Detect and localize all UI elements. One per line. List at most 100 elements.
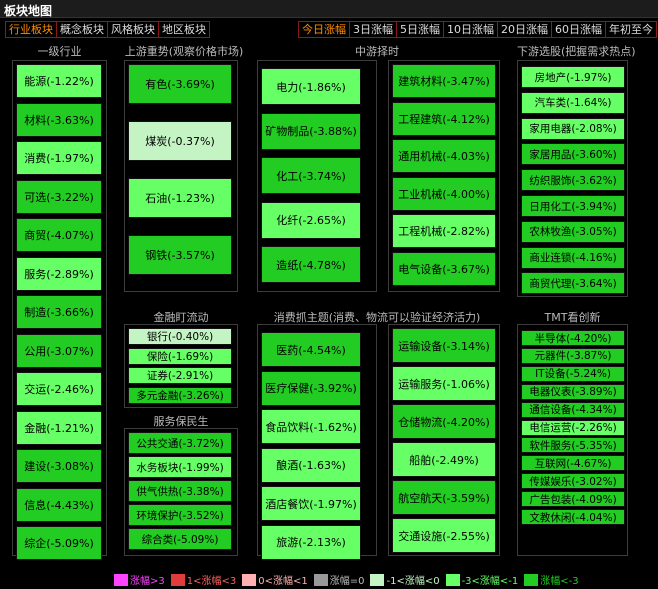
tab-category-3[interactable]: 地区板块 [158,21,210,38]
color-legend: 涨幅>3 1<涨幅<3 0<涨幅<1 涨幅=0 -1<涨幅<0 -3<涨幅<-1 涨幅<-3 [114,572,585,587]
section-title: 金融盯流动 [153,311,209,324]
sector-tile[interactable]: 运输设备(-3.14%) [392,328,496,363]
legend-item: 0<涨幅<1 [242,572,308,587]
sector-tile[interactable]: 工程建筑(-4.12%) [392,101,496,136]
legend-item: 涨幅<-3 [524,572,579,587]
legend-swatch [242,573,257,586]
legend-label: 0<涨幅<1 [258,576,308,587]
legend-label: 涨幅=0 [329,576,365,587]
sector-tile[interactable]: 银行(-0.40%) [128,328,232,345]
sector-tile[interactable]: 石油(-1.23%) [128,178,232,218]
sector-tile[interactable]: 广告包装(-4.09%) [521,491,625,508]
tab-period-2[interactable]: 5日涨幅 [396,21,444,38]
section-title: 消费抓主题(消费、物流可以验证经济活力) [273,311,481,324]
sector-tile[interactable]: 传媒娱乐(-3.02%) [521,473,625,490]
sector-tile[interactable]: 商贸代理(-3.64%) [521,272,625,295]
sector-tile[interactable]: 酒店餐饮(-1.97%) [261,486,361,521]
sector-tile[interactable]: 文教休闲(-4.04%) [521,509,625,525]
sector-tile[interactable]: 工业机械(-4.00%) [392,176,496,211]
legend-label: 1<涨幅<3 [186,576,237,587]
tab-period-1[interactable]: 3日涨幅 [349,21,397,38]
sector-tile[interactable]: 汽车类(-1.64%) [521,91,625,114]
sector-tile[interactable]: 环境保护(-3.52%) [128,504,232,526]
legend-item: -3<涨幅<-1 [445,572,518,587]
category-tabs: 行业板块 概念板块 风格板块 地区板块 [5,21,210,38]
sector-tile[interactable]: 电力(-1.86%) [261,68,361,105]
sector-tile[interactable]: 材料(-3.63%) [16,102,102,137]
sector-tile[interactable]: 公用(-3.07%) [16,333,102,368]
sector-tile[interactable]: 酿酒(-1.63%) [261,447,361,483]
sector-tile[interactable]: 制造(-3.66%) [16,295,102,329]
sector-tile[interactable]: 家居用品(-3.60%) [521,143,625,166]
sector-tile[interactable]: 交运(-2.46%) [16,372,102,406]
sector-tile[interactable]: 半导体(-4.20%) [521,330,625,346]
sector-tile[interactable]: 造纸(-4.78%) [261,246,361,283]
tab-period-5[interactable]: 60日涨幅 [551,21,606,38]
sector-tile[interactable]: 商业连锁(-4.16%) [521,246,625,269]
sector-tile[interactable]: 软件服务(-5.35%) [521,437,625,454]
sector-tile[interactable]: 多元金融(-3.26%) [128,386,232,404]
tab-period-4[interactable]: 20日涨幅 [497,21,552,38]
sector-tile[interactable]: 食品饮料(-1.62%) [261,409,361,444]
legend-label: 涨幅>3 [130,576,165,587]
sector-tile[interactable]: 化纤(-2.65%) [261,201,361,239]
sector-tile[interactable]: 可选(-3.22%) [16,179,102,214]
sector-tile[interactable]: 交通设施(-2.55%) [392,518,496,553]
sector-tile[interactable]: 煤炭(-0.37%) [128,121,232,161]
sector-tile[interactable]: 化工(-3.74%) [261,157,361,194]
sector-tile[interactable]: 钢铁(-3.57%) [128,235,232,275]
sector-tile[interactable]: 供气供热(-3.38%) [128,480,232,502]
sector-tile[interactable]: 电气设备(-3.67%) [392,251,496,286]
legend-swatch [170,573,185,586]
sector-tile[interactable]: 建设(-3.08%) [16,449,102,483]
sector-tile[interactable]: 房地产(-1.97%) [521,66,625,88]
sector-tile[interactable]: 能源(-1.22%) [16,64,102,98]
sector-tile[interactable]: 水务板块(-1.99%) [128,456,232,478]
legend-item: 1<涨幅<3 [170,572,237,587]
sector-tile[interactable]: 金融(-1.21%) [16,410,102,445]
sector-tile[interactable]: 医药(-4.54%) [261,332,361,367]
tab-period-0[interactable]: 今日涨幅 [298,21,350,38]
sector-tile[interactable]: 仓储物流(-4.20%) [392,404,496,439]
sector-tile[interactable]: 日用化工(-3.94%) [521,195,625,217]
sector-tile[interactable]: 有色(-3.69%) [128,64,232,104]
legend-swatch [524,573,539,586]
sector-tile[interactable]: 综合类(-5.09%) [128,528,232,550]
tab-category-1[interactable]: 概念板块 [56,21,108,38]
tab-period-3[interactable]: 10日涨幅 [443,21,498,38]
sector-tile[interactable]: 通用机械(-4.03%) [392,139,496,173]
sector-tile[interactable]: 消费(-1.97%) [16,141,102,175]
sector-tile[interactable]: 信息(-4.43%) [16,487,102,522]
sector-tile[interactable]: 公共交通(-3.72%) [128,432,232,454]
sector-tile[interactable]: 医疗保健(-3.92%) [261,370,361,406]
sector-tile[interactable]: 纺织服饰(-3.62%) [521,169,625,192]
sector-tile[interactable]: 船舶(-2.49%) [392,442,496,477]
sector-tile[interactable]: 保险(-1.69%) [128,347,232,365]
sector-tile[interactable]: 服务(-2.89%) [16,256,102,291]
sector-tile[interactable]: 通信设备(-4.34%) [521,401,625,418]
section-title: 服务保民生 [153,415,209,428]
tab-category-0[interactable]: 行业板块 [5,21,57,38]
sector-tile[interactable]: 证券(-2.91%) [128,367,232,384]
sector-tile[interactable]: 矿物制品(-3.88%) [261,112,361,150]
sector-tile[interactable]: 电信运营(-2.26%) [521,419,625,436]
sector-tile[interactable]: 运输服务(-1.06%) [392,366,496,401]
sector-tile[interactable]: 旅游(-2.13%) [261,524,361,560]
sector-tile[interactable]: 综企(-5.09%) [16,526,102,560]
legend-swatch [370,573,385,586]
sector-tile[interactable]: 电器仪表(-3.89%) [521,383,625,400]
tab-category-2[interactable]: 风格板块 [107,21,159,38]
sector-tile[interactable]: 家用电器(-2.08%) [521,117,625,140]
sector-tile[interactable]: 工程机械(-2.82%) [392,214,496,248]
section-title: 上游重势(观察价格市场) [124,45,244,58]
sector-tile[interactable]: 航空航天(-3.59%) [392,480,496,515]
sector-tile[interactable]: IT设备(-5.24%) [521,365,625,382]
sector-tile[interactable]: 元器件(-3.87%) [521,347,625,364]
sector-tile[interactable]: 农林牧渔(-3.05%) [521,220,625,243]
legend-item: 涨幅=0 [313,572,365,587]
sector-tile[interactable]: 建筑材料(-3.47%) [392,64,496,98]
period-tabs: 今日涨幅 3日涨幅 5日涨幅 10日涨幅 20日涨幅 60日涨幅 年初至今 [298,21,657,38]
tab-period-6[interactable]: 年初至今 [605,21,657,38]
sector-tile[interactable]: 商贸(-4.07%) [16,218,102,252]
sector-tile[interactable]: 互联网(-4.67%) [521,455,625,472]
